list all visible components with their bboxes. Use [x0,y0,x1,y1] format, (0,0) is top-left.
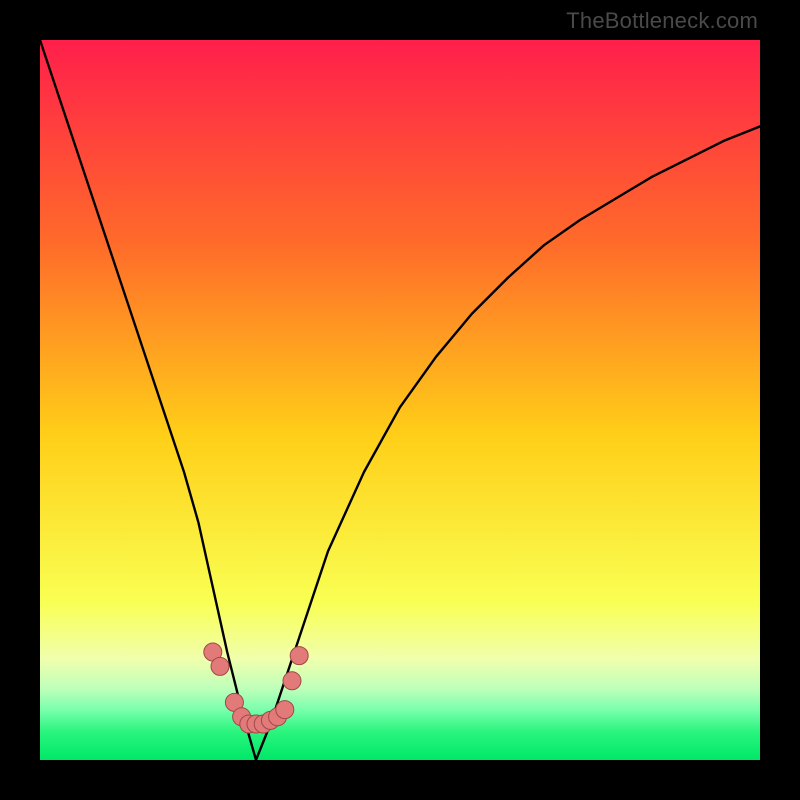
chart-frame: TheBottleneck.com [0,0,800,800]
marker-point [290,647,308,665]
bottleneck-curve [40,40,760,760]
plot-area [40,40,760,760]
watermark-text: TheBottleneck.com [566,8,758,34]
marker-point [276,701,294,719]
marker-point [283,672,301,690]
curve-layer [40,40,760,760]
marker-point [211,657,229,675]
